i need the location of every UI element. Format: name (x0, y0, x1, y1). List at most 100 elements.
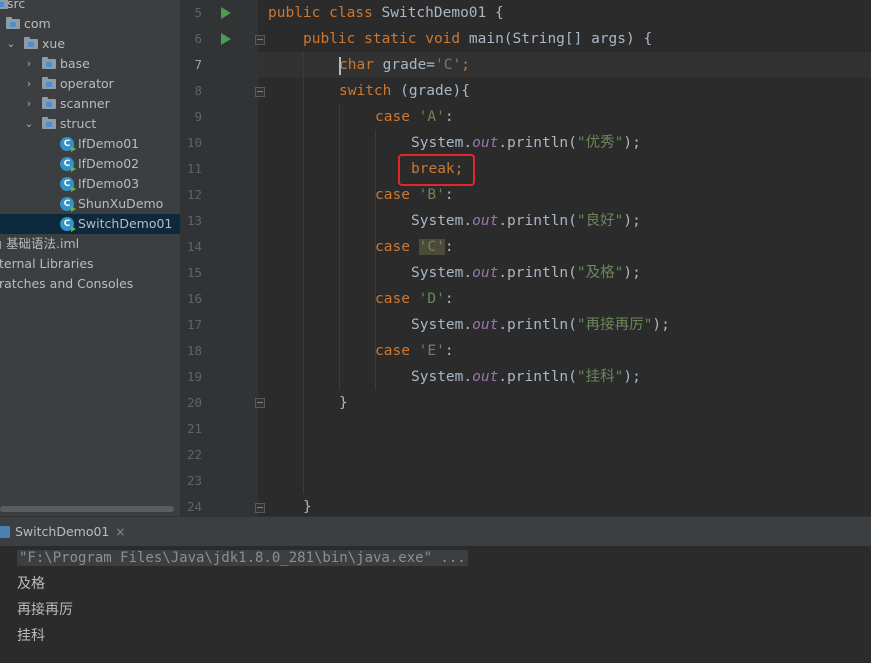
folder-icon (42, 117, 56, 129)
code-line-5[interactable]: public class SwitchDemo01 { (268, 0, 504, 26)
code-keyword: case (375, 291, 419, 307)
chevron-right-icon[interactable]: › (24, 74, 34, 94)
tree-item-shunxudemo[interactable]: C ShunXuDemo (0, 194, 180, 214)
code-string: "优秀" (576, 135, 624, 151)
tree-item-scanner[interactable]: › scanner (0, 94, 180, 114)
tree-item-external-libraries[interactable]: ternal Libraries (0, 254, 180, 274)
indent-guide (303, 52, 304, 494)
code-text: SwitchDemo01 { (381, 5, 504, 21)
code-line-7[interactable]: char grade='C'; (339, 52, 470, 78)
tree-item-ifdemo02[interactable]: C IfDemo02 (0, 154, 180, 174)
code-keyword: case (375, 109, 419, 125)
code-text: .println( (498, 317, 577, 333)
code-text: System. (411, 317, 473, 333)
code-string-highlighted: 'C' (418, 239, 445, 255)
tree-item-label: IfDemo03 (78, 176, 140, 191)
chevron-right-icon[interactable]: › (24, 54, 34, 74)
tree-item-switchdemo01[interactable]: C SwitchDemo01 (0, 214, 180, 234)
line-number: 6 (194, 31, 202, 46)
chevron-down-icon[interactable]: ⌄ (6, 34, 16, 54)
run-class-icon[interactable] (221, 7, 231, 19)
java-class-icon: C (60, 137, 76, 152)
fold-marker-icon[interactable] (255, 35, 265, 45)
line-number: 13 (186, 213, 202, 228)
code-keyword: switch (339, 83, 401, 99)
line-number: 8 (194, 83, 202, 98)
code-keyword: case (375, 239, 419, 255)
tree-item-scratches[interactable]: ratches and Consoles (0, 274, 180, 294)
code-text: System. (411, 265, 473, 281)
fold-marker-icon[interactable] (255, 398, 265, 408)
code-text: ); (623, 369, 641, 385)
code-line-15[interactable]: System.out.println("及格"); (411, 260, 641, 286)
code-field: out (472, 213, 499, 229)
code-line-14[interactable]: case 'C': (375, 234, 454, 260)
code-punctuation: ; (461, 57, 470, 73)
code-text: : (444, 291, 454, 307)
tab-label: SwitchDemo01 (15, 524, 110, 539)
line-number: 14 (186, 239, 202, 254)
chevron-right-icon[interactable]: › (24, 94, 34, 114)
horizontal-scrollbar[interactable] (0, 506, 174, 512)
code-line-9[interactable]: case 'A': (375, 104, 454, 130)
text-caret (339, 57, 341, 75)
line-number: 18 (186, 343, 202, 358)
code-string: "挂科" (576, 369, 624, 385)
code-keyword: public static void (303, 31, 469, 47)
code-text: : (444, 343, 454, 359)
tree-item-label: src (7, 0, 26, 11)
code-line-6[interactable]: public static void main(String[] args) { (303, 26, 652, 52)
fold-marker-icon[interactable] (255, 503, 265, 513)
console-output-line: 再接再厉 (17, 602, 73, 618)
code-line-17[interactable]: System.out.println("再接再厉"); (411, 312, 670, 338)
tree-item-base[interactable]: › base (0, 54, 180, 74)
code-line-12[interactable]: case 'B': (375, 182, 454, 208)
code-text: .println( (498, 135, 577, 151)
tree-item-label: ShunXuDemo (78, 196, 164, 211)
tree-item-operator[interactable]: › operator (0, 74, 180, 94)
code-keyword: case (375, 343, 419, 359)
code-text: main(String[] args) { (468, 31, 653, 47)
close-icon[interactable]: × (115, 525, 125, 539)
code-string: 'D' (418, 291, 445, 307)
fold-marker-icon[interactable] (255, 87, 265, 97)
console-command-line: "F:\Program Files\Java\jdk1.8.0_281\bin\… (17, 545, 468, 571)
line-number: 7 (194, 57, 202, 72)
code-text: System. (411, 135, 473, 151)
tree-item-ifdemo01[interactable]: C IfDemo01 (0, 134, 180, 154)
code-line-8[interactable]: switch (grade){ (339, 78, 470, 104)
folder-icon (42, 77, 56, 89)
tree-item-struct[interactable]: ⌄ struct (0, 114, 180, 134)
iml-file-icon (0, 241, 1, 249)
folder-icon (42, 57, 56, 69)
chevron-down-icon[interactable]: ⌄ (24, 114, 34, 134)
code-string: "良好" (576, 213, 624, 229)
tree-item-label: struct (60, 116, 97, 131)
run-tab-switchdemo01[interactable]: SwitchDemo01 × (0, 517, 133, 546)
console-output-line: 挂科 (17, 628, 45, 644)
code-text: : (444, 239, 454, 255)
code-line-19[interactable]: System.out.println("挂科"); (411, 364, 641, 390)
line-number: 20 (186, 395, 202, 410)
code-line-13[interactable]: System.out.println("良好"); (411, 208, 641, 234)
code-text: } (303, 499, 312, 515)
tree-item-label: 基础语法.iml (6, 236, 80, 251)
code-field: out (472, 317, 499, 333)
tree-item-com[interactable]: com (0, 14, 180, 34)
tree-item-xue[interactable]: ⌄ xue (0, 34, 180, 54)
code-line-20[interactable]: } (339, 390, 348, 416)
run-panel: SwitchDemo01 × "F:\Program Files\Java\jd… (0, 516, 871, 663)
tree-item-src[interactable]: src (0, 0, 180, 14)
line-number: 19 (186, 369, 202, 384)
code-line-10[interactable]: System.out.println("优秀"); (411, 130, 641, 156)
code-line-16[interactable]: case 'D': (375, 286, 454, 312)
code-line-18[interactable]: case 'E': (375, 338, 454, 364)
run-main-icon[interactable] (221, 33, 231, 45)
code-text: ); (652, 317, 670, 333)
code-text: System. (411, 369, 473, 385)
code-text: : (444, 109, 454, 125)
java-class-icon: C (60, 177, 76, 192)
tree-item-iml-file[interactable]: 基础语法.iml (0, 234, 180, 254)
tree-item-ifdemo03[interactable]: C IfDemo03 (0, 174, 180, 194)
code-text: grade= (382, 57, 436, 73)
